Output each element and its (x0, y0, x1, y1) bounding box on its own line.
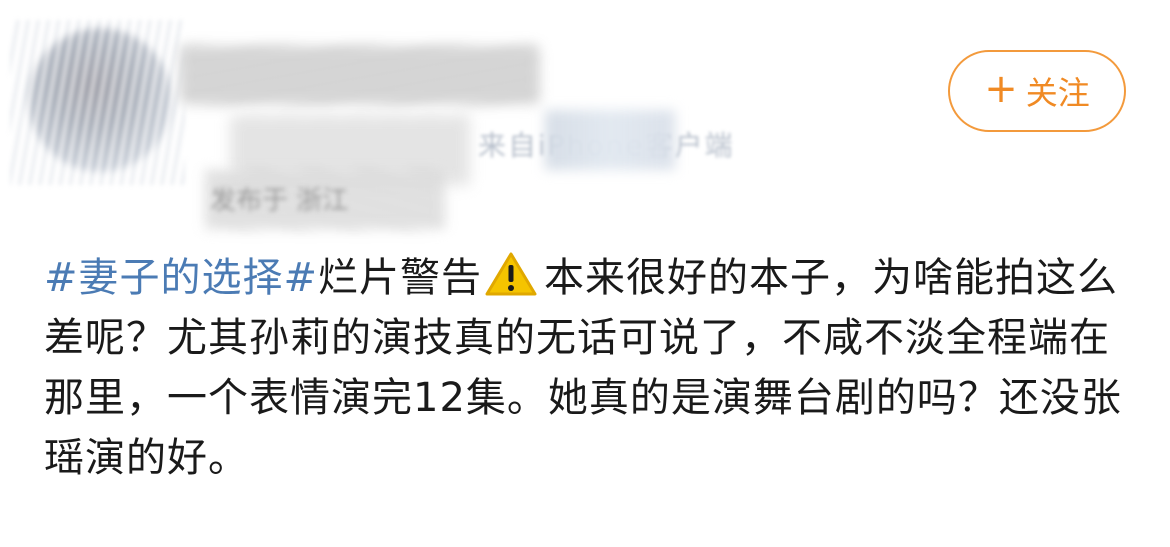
hashtag-link[interactable]: #妻子的选择# (44, 255, 318, 301)
source-smudge (545, 110, 675, 170)
post-text: #妻子的选择#烂片警告 本来很好的本子，为啥能拍这么差呢？尤其孙莉的演技真的无话可… (44, 248, 1134, 488)
post-header: 发布于 浙江 来自iPhone客户端 + 关注 (0, 0, 1170, 240)
location-label: 发布于 浙江 (210, 186, 349, 216)
plus-icon: + (984, 66, 1018, 112)
avatar-mosaic (10, 20, 185, 185)
follow-label: 关注 (1025, 74, 1090, 112)
follow-button[interactable]: + 关注 (948, 50, 1126, 132)
username-blurred[interactable] (180, 45, 540, 105)
warning-icon (485, 252, 537, 296)
post-text-lead: 烂片警告 (318, 255, 483, 301)
